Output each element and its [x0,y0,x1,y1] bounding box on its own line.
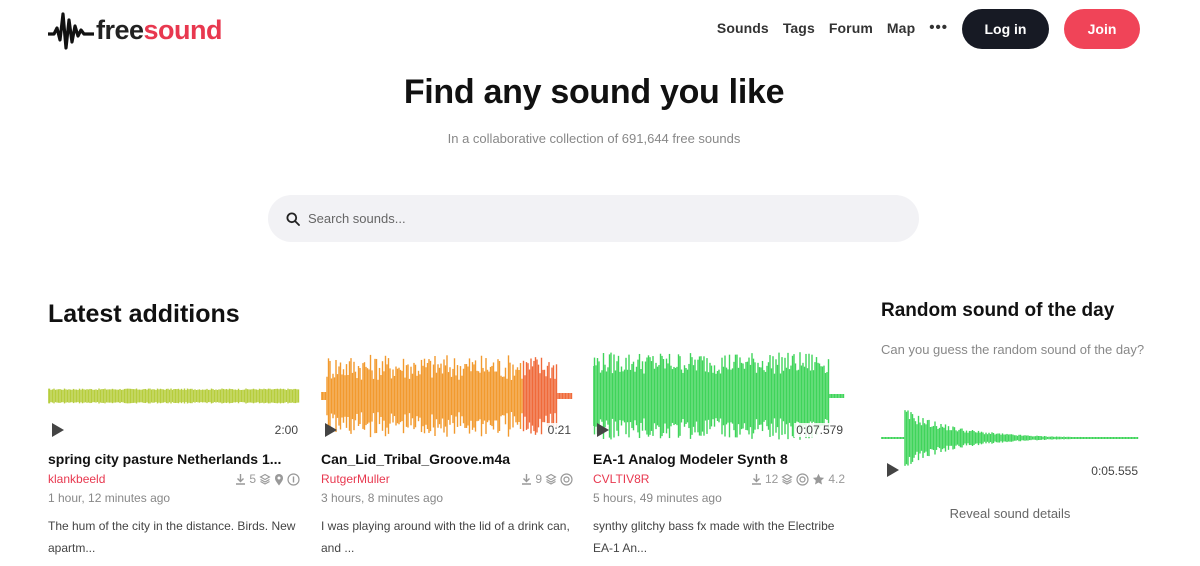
waveform[interactable]: 2:00 [48,350,300,442]
sound-user[interactable]: klankbeeld [48,472,105,486]
download-icon [751,474,761,485]
join-button[interactable]: Join [1064,9,1140,49]
sound-user[interactable]: RutgerMuller [321,472,390,486]
sound-description: I was playing around with the lid of a d… [321,519,570,555]
nav-forum[interactable]: Forum [829,20,873,36]
download-count: 9 [535,472,542,486]
sound-user[interactable]: CVLTIV8R [593,472,649,486]
sound-time: 1 hour, 12 minutes ago [48,491,171,505]
play-icon[interactable] [52,423,64,437]
nav-more-icon[interactable]: ••• [929,20,948,35]
nav-tags[interactable]: Tags [783,20,815,36]
login-button[interactable]: Log in [962,9,1049,49]
rating-value: 4.2 [828,472,845,486]
logo-free: free [96,14,144,45]
logo-sound: sound [143,14,223,45]
waveform-graphic [48,388,300,404]
freesound-logo[interactable]: freesound [48,8,223,52]
hero-subtitle: In a collaborative collection of 691,644… [447,131,741,146]
waveform[interactable]: 0:07.579 [593,350,845,442]
sound-description: synthy glitchy bass fx made with the Ele… [593,519,835,555]
location-icon [275,473,283,485]
sound-description: The hum of the city in the distance. Bir… [48,519,296,555]
sound-name[interactable]: spring city pasture Netherlands 1... [48,451,300,467]
sound-duration: 0:07.579 [794,423,845,437]
sound-name[interactable]: Can_Lid_Tribal_Groove.m4a [321,451,573,467]
layers-icon [781,473,793,485]
download-count: 5 [249,472,256,486]
random-play-icon[interactable] [887,463,899,477]
sound-duration: 0:21 [545,423,573,437]
reveal-sound-details-link[interactable]: Reveal sound details [881,506,1139,521]
search-bar[interactable] [268,195,919,242]
license-icon [796,472,809,486]
sound-time: 5 hours, 49 minutes ago [593,491,722,505]
download-count: 12 [764,472,779,486]
sound-time: 3 hours, 8 minutes ago [321,491,444,505]
play-icon[interactable] [597,423,609,437]
sound-name[interactable]: EA-1 Analog Modeler Synth 8 [593,451,845,467]
sound-card-2[interactable]: 0:21 Can_Lid_Tribal_Groove.m4a RutgerMul… [321,350,573,559]
layers-icon [259,473,271,485]
download-icon [236,474,246,485]
play-icon[interactable] [325,423,337,437]
waveform[interactable]: 0:21 [321,350,573,442]
random-sound-title: Random sound of the day [881,300,1115,321]
sound-card-3[interactable]: 0:07.579 EA-1 Analog Modeler Synth 8 CVL… [593,350,845,559]
main-nav: Sounds Tags Forum Map ••• [717,20,948,36]
sound-stats: 5 [235,472,300,486]
license-icon [560,472,573,486]
waveform-graphic [321,354,573,438]
star-icon [813,473,825,484]
nav-sounds[interactable]: Sounds [717,20,769,36]
sound-stats: 9 [521,472,573,486]
download-icon [522,474,532,485]
random-sound-description: Can you guess the random sound of the da… [881,342,1145,357]
latest-additions-title: Latest additions [48,300,240,328]
search-input[interactable] [308,211,888,226]
hero-title: Find any sound you like [403,73,785,111]
sound-stats: 12 4.2 [751,472,845,486]
logo-wordmark: freesound [96,14,223,46]
waveform-logo-icon [48,12,94,50]
search-icon [286,212,300,226]
layers-icon [545,473,557,485]
license-icon [287,472,300,486]
nav-map[interactable]: Map [887,20,915,36]
random-sound-duration: 0:05.555 [1091,464,1138,478]
sound-card-1[interactable]: 2:00 spring city pasture Netherlands 1..… [48,350,300,559]
sound-duration: 2:00 [272,423,300,437]
